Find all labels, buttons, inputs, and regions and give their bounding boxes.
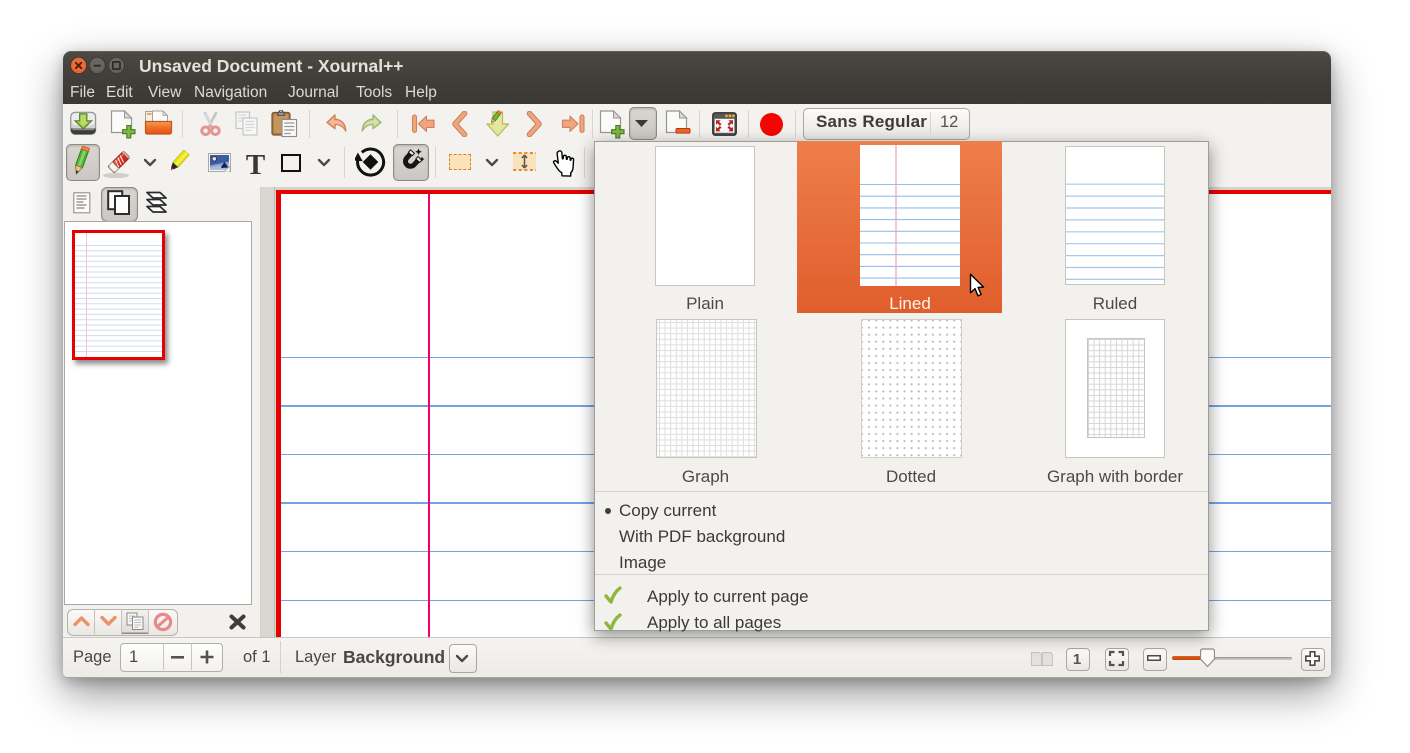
svg-text:1: 1	[1073, 651, 1081, 667]
svg-text:T: T	[246, 150, 265, 177]
